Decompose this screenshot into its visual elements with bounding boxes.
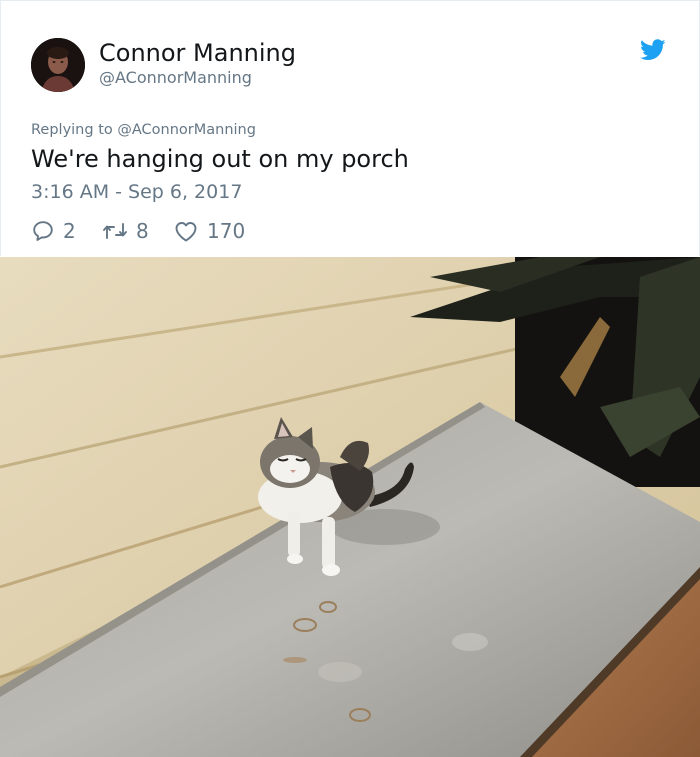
- retweet-count: 8: [136, 219, 149, 243]
- reply-to-link[interactable]: @AConnorManning: [117, 122, 256, 138]
- heart-icon: [173, 219, 199, 243]
- tweet-card: Connor Manning @AConnorManning Replying …: [0, 0, 700, 256]
- like-count: 170: [207, 219, 246, 243]
- twitter-bird-icon[interactable]: [640, 39, 666, 61]
- retweet-arrows-icon: [102, 219, 128, 243]
- cat-on-porch-photo: [0, 257, 700, 757]
- reply-context: Replying to @AConnorManning: [31, 120, 256, 140]
- retweet-button[interactable]: 8: [102, 217, 149, 245]
- speech-bubble-icon: [31, 219, 55, 243]
- reply-prefix: Replying to: [31, 122, 113, 138]
- reply-count: 2: [63, 219, 76, 243]
- author-name[interactable]: Connor Manning: [99, 37, 296, 69]
- avatar[interactable]: [31, 38, 85, 92]
- author-handle[interactable]: @AConnorManning: [99, 67, 252, 89]
- tweet-timestamp[interactable]: 3:16 AM - Sep 6, 2017: [31, 179, 242, 205]
- like-button[interactable]: 170: [173, 217, 245, 245]
- tweet-photo[interactable]: [0, 257, 700, 757]
- tweet-text: We're hanging out on my porch: [31, 145, 409, 173]
- reply-button[interactable]: 2: [31, 217, 76, 245]
- avatar-image: [31, 38, 85, 92]
